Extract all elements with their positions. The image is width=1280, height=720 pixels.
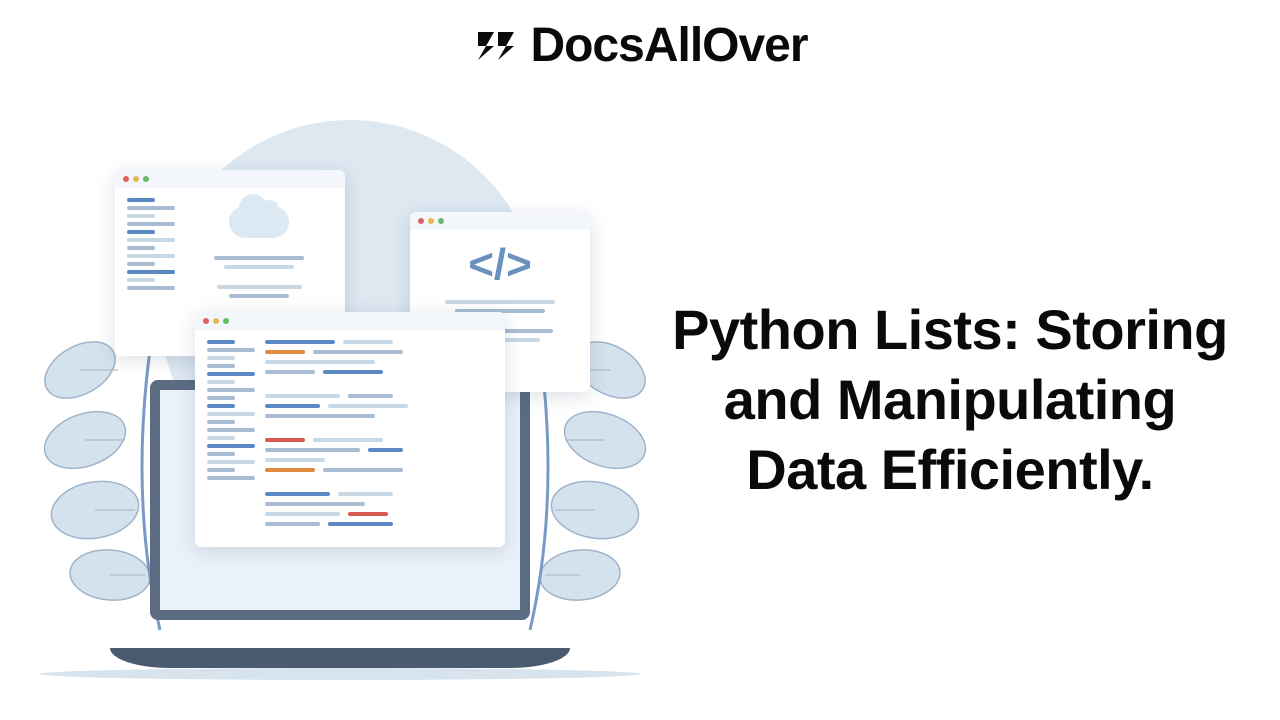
code-line — [127, 278, 155, 282]
window-body — [195, 330, 505, 536]
brand-name: DocsAllOver — [530, 18, 807, 73]
content: </> — [0, 120, 1280, 680]
code-line — [127, 254, 175, 258]
cloud-icon — [229, 206, 289, 238]
code-line — [229, 294, 289, 298]
code-line — [207, 372, 255, 376]
code-line — [207, 412, 255, 416]
maximize-dot-icon — [143, 176, 149, 182]
code-line — [127, 238, 175, 242]
code-line — [217, 285, 302, 289]
code-line — [127, 214, 155, 218]
laptop-base — [110, 648, 570, 668]
code-line — [127, 198, 155, 202]
code-line — [207, 340, 235, 344]
code-line — [207, 364, 235, 368]
code-line — [445, 300, 555, 304]
code-line — [127, 222, 175, 226]
code-line — [207, 380, 235, 384]
window-titlebar — [410, 212, 590, 230]
code-line — [127, 206, 175, 210]
minimize-dot-icon — [133, 176, 139, 182]
code-line — [207, 436, 235, 440]
code-window-main — [195, 312, 505, 547]
code-line — [207, 428, 255, 432]
code-line — [207, 356, 235, 360]
code-line — [207, 396, 235, 400]
minimize-dot-icon — [428, 218, 434, 224]
code-brackets-icon: </> — [410, 230, 590, 300]
header: DocsAllOver — [0, 18, 1280, 73]
code-line — [127, 286, 175, 290]
code-line — [207, 452, 235, 456]
close-dot-icon — [203, 318, 209, 324]
code-line — [207, 468, 235, 472]
title-section: Python Lists: Storing and Manipulating D… — [660, 120, 1280, 680]
page-title: Python Lists: Storing and Manipulating D… — [660, 295, 1240, 505]
window-titlebar — [115, 170, 345, 188]
code-line — [207, 460, 255, 464]
code-line — [207, 476, 255, 480]
minimize-dot-icon — [213, 318, 219, 324]
window-body — [115, 188, 345, 318]
illustration: </> — [0, 120, 660, 680]
logo-icon — [472, 22, 520, 70]
code-line — [127, 230, 155, 234]
maximize-dot-icon — [438, 218, 444, 224]
code-line — [214, 256, 304, 260]
window-titlebar — [195, 312, 505, 330]
code-line — [127, 262, 155, 266]
code-line — [207, 420, 235, 424]
code-line — [207, 444, 255, 448]
code-line — [207, 404, 235, 408]
code-line — [127, 246, 155, 250]
maximize-dot-icon — [223, 318, 229, 324]
code-line — [127, 270, 175, 274]
code-line — [207, 348, 255, 352]
code-line — [224, 265, 294, 269]
code-line — [207, 388, 255, 392]
floor-shadow — [40, 668, 640, 680]
close-dot-icon — [123, 176, 129, 182]
close-dot-icon — [418, 218, 424, 224]
